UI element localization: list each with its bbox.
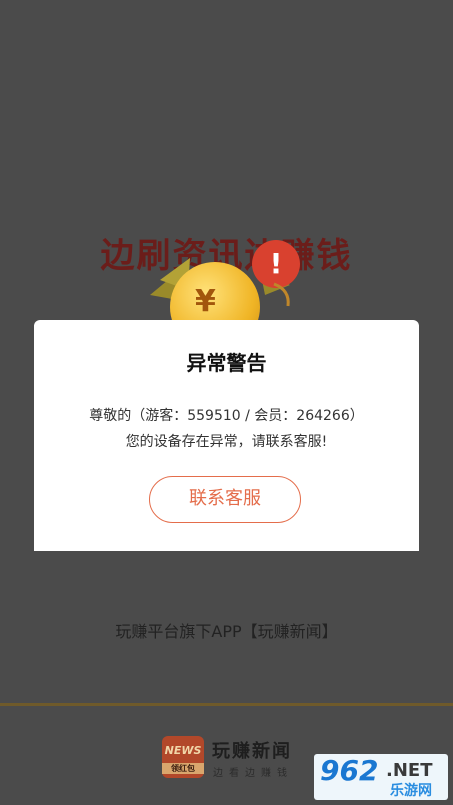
platform-tagline: 玩赚平台旗下APP【玩赚新闻】 (115, 622, 338, 641)
app-slogan: 边看边赚钱 (213, 768, 293, 779)
watermark-net: .NET (386, 760, 433, 781)
dialog-message: 您的设备存在异常，请联系客服! (125, 434, 328, 450)
app-logo: NEWS 领红包 (162, 736, 204, 778)
contact-support-button[interactable]: 联系客服 (149, 476, 301, 523)
alert-badge-tail (273, 282, 290, 307)
watermark-site: 乐游网 (390, 783, 432, 799)
site-watermark: 962 .NET 乐游网 (314, 754, 448, 800)
coin-symbol: ¥ (195, 284, 216, 319)
logo-redpacket-text: 领红包 (162, 763, 204, 774)
dialog-title: 异常警告 (186, 351, 267, 375)
warning-dialog: 异常警告 尊敬的（游客：559510 / 会员：264266） 您的设备存在异常… (34, 320, 419, 551)
logo-news-text: NEWS (164, 744, 202, 757)
dialog-user-info: 尊敬的（游客：559510 / 会员：264266） (89, 408, 364, 424)
watermark-number: 962 (320, 754, 379, 787)
app-brand-name: 玩赚新闻 (212, 741, 292, 762)
